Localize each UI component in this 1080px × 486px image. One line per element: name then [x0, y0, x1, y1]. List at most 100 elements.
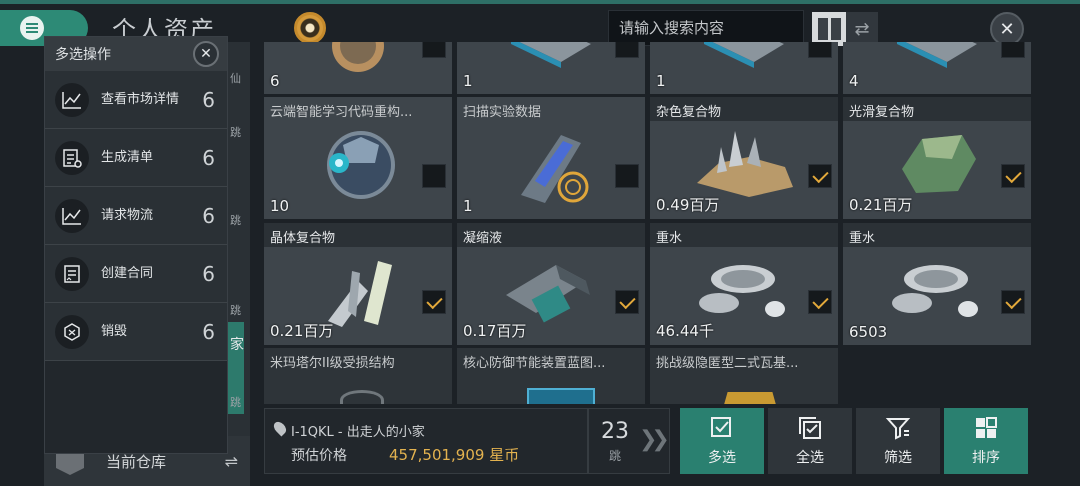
price-label: 预估价格	[291, 448, 347, 464]
structure-art	[340, 390, 384, 404]
item-checkbox[interactable]	[615, 42, 639, 58]
item-name: 杂色复合物	[650, 97, 838, 121]
item-tile[interactable]: 光滑复合物 0.21百万	[843, 97, 1031, 219]
item-tile[interactable]: 核心防御节能装置蓝图...	[457, 348, 645, 404]
item-checkbox[interactable]	[1001, 290, 1025, 314]
search-input[interactable]	[609, 11, 813, 45]
jumps-panel[interactable]: 23 跳 ❯❯	[588, 408, 670, 474]
scanner-art	[521, 135, 589, 203]
view-toggle: ⇄	[812, 12, 878, 46]
action-label: 销毁	[101, 324, 128, 339]
destroy-icon	[55, 314, 89, 349]
item-count: 0.21百万	[270, 322, 334, 340]
action-request-logistics[interactable]: 请求物流 6	[45, 187, 227, 245]
heavy-water-art	[892, 265, 978, 317]
gem-art	[902, 135, 976, 193]
item-checkbox[interactable]	[422, 164, 446, 188]
chip-art	[704, 42, 784, 68]
item-name: 核心防御节能装置蓝图...	[463, 356, 606, 371]
popup-title: 多选操作	[55, 47, 111, 63]
item-tile[interactable]: 1	[650, 42, 838, 94]
item-tile[interactable]: 1	[457, 42, 645, 94]
item-checkbox[interactable]	[808, 290, 832, 314]
item-count: 0.17百万	[463, 322, 527, 340]
location-panel: I-1QKL - 出走人的小家 预估价格 457,501,909 星币	[264, 408, 588, 474]
close-icon[interactable]: ✕	[990, 12, 1024, 46]
checklist-icon	[55, 140, 89, 175]
item-checkbox[interactable]	[615, 290, 639, 314]
multi-select-button[interactable]: 多选	[680, 408, 764, 474]
item-tile[interactable]: 云端智能学习代码重构... 10	[264, 97, 452, 219]
item-count: 1	[656, 72, 666, 90]
item-tile[interactable]: 挑战级隐匿型二式瓦基...	[650, 348, 838, 404]
item-name: 重水	[843, 223, 1031, 247]
item-tile[interactable]: 重水 6503	[843, 223, 1031, 345]
checkbox-icon	[709, 415, 735, 441]
action-count: 6	[202, 203, 215, 228]
target-icon[interactable]	[294, 12, 326, 44]
item-checkbox[interactable]	[422, 290, 446, 314]
item-checkbox[interactable]	[1001, 42, 1025, 58]
item-checkbox[interactable]	[808, 164, 832, 188]
item-tile[interactable]: 4	[843, 42, 1031, 94]
item-count: 1	[463, 197, 473, 215]
item-name: 晶体复合物	[264, 223, 452, 247]
item-name: 重水	[650, 223, 838, 247]
item-name: 米玛塔尔II级受损结构	[270, 356, 395, 371]
item-tile[interactable]: 杂色复合物 0.49百万	[650, 97, 838, 219]
item-count: 6	[270, 72, 280, 90]
select-all-icon	[797, 415, 823, 441]
popup-close-icon[interactable]: ✕	[193, 41, 219, 67]
item-tile[interactable]: 扫描实验数据 1	[457, 97, 645, 219]
action-generate-list[interactable]: 生成清单 6	[45, 129, 227, 187]
action-market-details[interactable]: 查看市场详情 6	[45, 71, 227, 129]
ore-art	[697, 131, 793, 197]
chart-icon	[55, 82, 89, 117]
item-checkbox[interactable]	[615, 164, 639, 188]
heavy-water-art	[699, 265, 785, 317]
strip-label: 跳	[230, 126, 241, 139]
action-label: 创建合同	[101, 266, 154, 281]
button-label: 排序	[972, 450, 1000, 466]
button-label: 全选	[796, 450, 824, 466]
item-tile[interactable]: 凝缩液 0.17百万	[457, 223, 645, 345]
condensate-art	[506, 265, 590, 323]
price-value: 457,501,909 星币	[389, 446, 520, 464]
item-count: 46.44千	[656, 322, 714, 340]
action-create-contract[interactable]: 创建合同 6	[45, 245, 227, 303]
multi-select-popup: 多选操作 ✕ 查看市场详情 6 生成清单 6 请求物流 6 创建合同 6 销毁 …	[44, 36, 228, 454]
swap-icon[interactable]: ⇄	[846, 12, 878, 46]
action-destroy[interactable]: 销毁 6	[45, 303, 227, 361]
item-count: 10	[270, 197, 290, 215]
item-name: 云端智能学习代码重构...	[270, 105, 413, 120]
crystal-art	[328, 261, 392, 327]
strip-label: 跳	[230, 304, 241, 317]
popup-header: 多选操作 ✕	[45, 37, 227, 71]
item-checkbox[interactable]	[808, 42, 832, 58]
item-count: 4	[849, 72, 859, 90]
hamburger-icon	[20, 16, 44, 40]
location-pin-icon	[271, 419, 289, 437]
item-tile[interactable]: 6	[264, 42, 452, 94]
item-checkbox[interactable]	[422, 42, 446, 58]
item-name: 光滑复合物	[843, 97, 1031, 121]
item-count: 0.21百万	[849, 196, 913, 214]
filter-button[interactable]: 筛选	[856, 408, 940, 474]
grid-view-icon[interactable]	[812, 12, 846, 46]
chip-art	[897, 42, 977, 68]
sphere-art	[327, 131, 395, 199]
select-all-button[interactable]: 全选	[768, 408, 852, 474]
sort-button[interactable]: 排序	[944, 408, 1028, 474]
left-strip-labels: 仙 跳 跳 跳 家 跳	[228, 52, 248, 432]
switch-icon[interactable]: ⇌	[225, 452, 238, 471]
item-count: 0.49百万	[656, 196, 720, 214]
blueprint-art	[722, 392, 778, 404]
strip-label: 家	[230, 337, 244, 353]
item-tile[interactable]: 晶体复合物 0.21百万	[264, 223, 452, 345]
chart-icon	[55, 198, 89, 233]
item-tile[interactable]: 米玛塔尔II级受损结构	[264, 348, 452, 404]
item-checkbox[interactable]	[1001, 164, 1025, 188]
item-count: 6503	[849, 323, 888, 341]
action-count: 6	[202, 261, 215, 286]
item-tile[interactable]: 重水 46.44千	[650, 223, 838, 345]
